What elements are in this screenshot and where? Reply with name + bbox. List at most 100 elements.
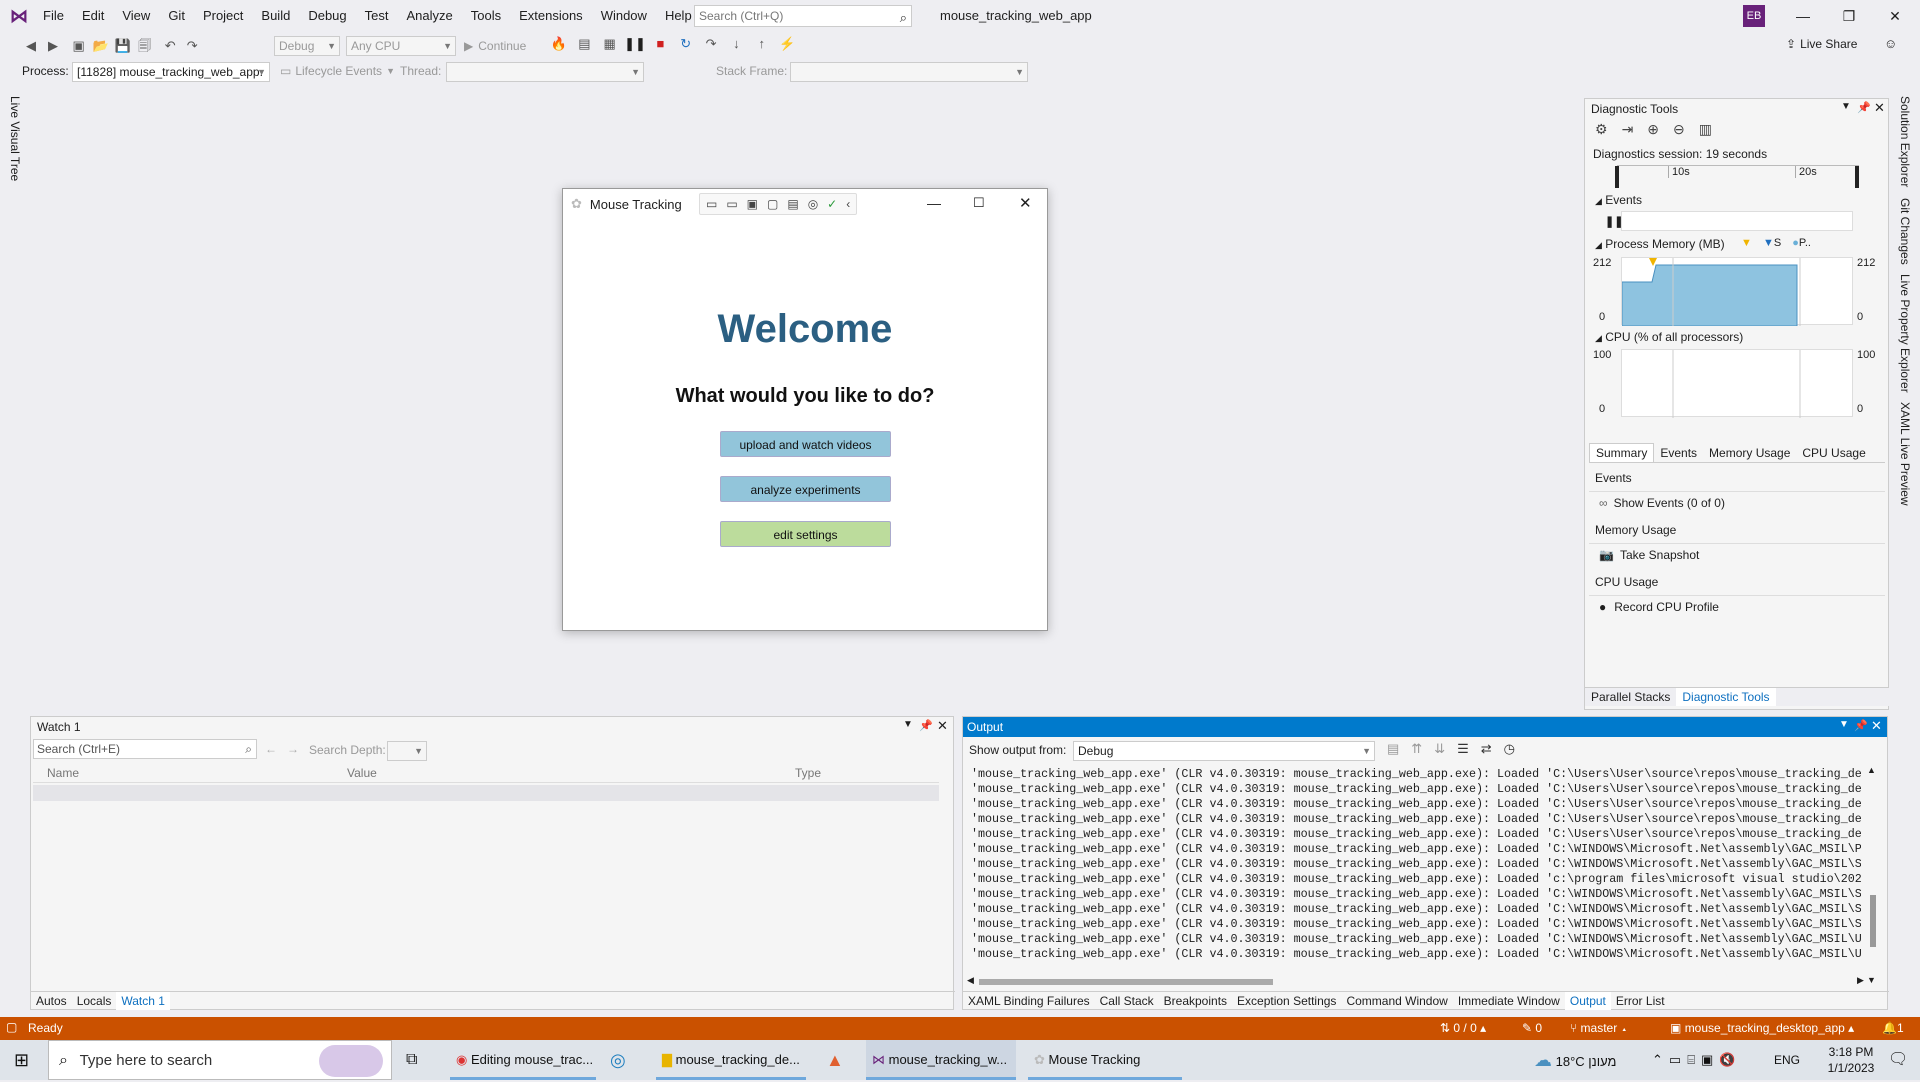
cpu-chart[interactable]: [1621, 349, 1853, 418]
search-forward-icon[interactable]: →: [287, 742, 299, 756]
hot-reload-icon[interactable]: 🔥: [548, 36, 570, 52]
tab-exception-settings[interactable]: Exception Settings: [1232, 992, 1341, 1010]
settings-icon[interactable]: ⚙: [1595, 121, 1622, 137]
taskbar-explorer[interactable]: ▇ mouse_tracking_de...: [656, 1040, 806, 1080]
reset-zoom-icon[interactable]: ▥: [1699, 121, 1726, 137]
taskbar-chrome[interactable]: ◉ Editing mouse_trac...: [450, 1040, 596, 1080]
save-all-icon[interactable]: 🗐: [134, 37, 156, 59]
live-visual-tree-tab[interactable]: Live Visual Tree: [8, 96, 22, 181]
tab-command-window[interactable]: Command Window: [1341, 992, 1452, 1010]
forward-icon[interactable]: ▶: [42, 38, 64, 54]
tab-xaml-live-preview[interactable]: XAML Live Preview: [1898, 402, 1912, 506]
matlab-icon[interactable]: ▲: [826, 1040, 844, 1080]
menu-test[interactable]: Test: [356, 0, 398, 32]
redo-icon[interactable]: ↷: [181, 38, 203, 54]
record-cpu-button[interactable]: ● Record CPU Profile: [1599, 600, 1719, 614]
thread-dropdown[interactable]: ▼: [446, 62, 644, 82]
live-share-button[interactable]: ⇪ Live Share: [1786, 37, 1857, 51]
zoom-in-icon[interactable]: ⊕: [1647, 121, 1673, 137]
tab-solution-explorer[interactable]: Solution Explorer: [1898, 96, 1912, 187]
tab-summary[interactable]: Summary: [1589, 443, 1655, 462]
tab-live-property-explorer[interactable]: Live Property Explorer: [1898, 274, 1912, 393]
menu-file[interactable]: File: [34, 0, 73, 32]
edge-icon[interactable]: ◎: [610, 1040, 626, 1080]
visual-studio-logo-icon[interactable]: ⋈: [10, 6, 32, 26]
action-center-icon[interactable]: 🗨: [1888, 1040, 1908, 1080]
language-indicator[interactable]: ENG: [1774, 1040, 1800, 1080]
next-message-icon[interactable]: ⇊: [1434, 741, 1457, 756]
tab-error-list[interactable]: Error List: [1611, 992, 1670, 1010]
windows-start-icon[interactable]: ⊞: [14, 1040, 29, 1080]
taskbar-search-input[interactable]: ⌕ Type here to search: [48, 1040, 392, 1080]
continue-button[interactable]: ▶ Continue: [464, 36, 526, 56]
notifications-button[interactable]: 🔔1: [1882, 1021, 1904, 1035]
clear-all-icon[interactable]: ☰: [1457, 741, 1481, 756]
hscroll-thumb[interactable]: [979, 979, 1273, 985]
app-maximize-icon[interactable]: ☐: [973, 195, 985, 211]
app-minimize-icon[interactable]: —: [927, 195, 941, 211]
stop-icon[interactable]: ■: [649, 36, 671, 51]
watch-new-row[interactable]: [33, 785, 939, 801]
tab-events[interactable]: Events: [1654, 444, 1703, 462]
app-close-icon[interactable]: ✕: [1019, 194, 1032, 212]
upload-videos-button[interactable]: upload and watch videos: [720, 431, 891, 457]
tab-cpu-usage[interactable]: CPU Usage: [1796, 444, 1871, 462]
timeline-end-handle[interactable]: [1855, 166, 1859, 188]
zoom-out-icon[interactable]: ⊖: [1673, 121, 1699, 137]
take-snapshot-button[interactable]: 📷 Take Snapshot: [1599, 548, 1699, 562]
menu-view[interactable]: View: [113, 0, 159, 32]
taskbar-visual-studio[interactable]: ⋈ mouse_tracking_w...: [866, 1040, 1016, 1080]
new-project-icon[interactable]: ▣: [68, 38, 90, 54]
col-type[interactable]: Type: [795, 766, 821, 780]
open-icon[interactable]: 📂: [90, 38, 112, 54]
watch-search-input[interactable]: Search (Ctrl+E) ⌕: [33, 739, 257, 759]
tab-watch-1[interactable]: Watch 1: [116, 992, 170, 1010]
xaml-debug-toolbar[interactable]: ▭▭▣▢▤◎✓‹: [699, 193, 857, 215]
timeline-start-handle[interactable]: [1615, 166, 1619, 188]
analyze-experiments-button[interactable]: analyze experiments: [720, 476, 891, 502]
browser-link-icon[interactable]: ▤: [573, 36, 595, 52]
save-icon[interactable]: 💾: [112, 38, 134, 54]
menu-window[interactable]: Window: [592, 0, 656, 32]
menu-tools[interactable]: Tools: [462, 0, 510, 32]
restore-icon[interactable]: ❐: [1826, 0, 1872, 32]
menu-project[interactable]: Project: [194, 0, 252, 32]
tab-locals[interactable]: Locals: [72, 992, 117, 1010]
pause-icon[interactable]: ❚❚: [624, 36, 646, 52]
tab-git-changes[interactable]: Git Changes: [1898, 198, 1912, 265]
tab-xaml-binding-failures[interactable]: XAML Binding Failures: [963, 992, 1095, 1010]
restart-icon[interactable]: ↻: [675, 36, 697, 52]
search-input[interactable]: Search (Ctrl+Q) ⌕: [694, 5, 912, 27]
avatar[interactable]: EB: [1743, 5, 1765, 27]
menu-analyze[interactable]: Analyze: [397, 0, 461, 32]
pin-icon[interactable]: 📌: [1857, 101, 1871, 114]
menu-git[interactable]: Git: [159, 0, 194, 32]
clock[interactable]: 3:18 PM 1/1/2023: [1818, 1040, 1884, 1080]
system-tray[interactable]: ⌃▭⌸▣🔇: [1652, 1040, 1742, 1080]
export-icon[interactable]: ⇥: [1622, 121, 1648, 137]
step-out-icon[interactable]: ↑: [751, 36, 773, 51]
feedback-icon[interactable]: ☺: [1884, 36, 1897, 51]
find-message-icon[interactable]: ▤: [1387, 741, 1411, 756]
tab-parallel-stacks[interactable]: Parallel Stacks: [1585, 688, 1676, 706]
output-horizontal-scrollbar[interactable]: ◀ ▶: [967, 975, 1867, 987]
show-events-link[interactable]: ∞ Show Events (0 of 0): [1599, 496, 1725, 510]
pin-icon[interactable]: 📌: [919, 719, 933, 732]
col-name[interactable]: Name: [47, 766, 79, 780]
close-icon[interactable]: ✕: [937, 718, 948, 734]
dropdown-icon[interactable]: ▼: [903, 719, 913, 730]
tab-immediate-window[interactable]: Immediate Window: [1453, 992, 1565, 1010]
lifecycle-events-button[interactable]: ▭ Lifecycle Events ▼: [280, 64, 395, 78]
platform-dropdown[interactable]: Any CPU ▼: [346, 36, 456, 56]
output-text[interactable]: 'mouse_tracking_web_app.exe' (CLR v4.0.3…: [971, 767, 1861, 981]
close-icon[interactable]: ✕: [1874, 100, 1885, 116]
tab-call-stack[interactable]: Call Stack: [1095, 992, 1159, 1010]
word-wrap-icon[interactable]: ⇄: [1481, 741, 1504, 756]
performance-icon[interactable]: ⚡: [776, 36, 798, 52]
tab-diagnostic-tools[interactable]: Diagnostic Tools: [1676, 688, 1776, 706]
weather-widget[interactable]: ☁ 18°C מעונן: [1534, 1040, 1616, 1080]
timestamp-icon[interactable]: ◷: [1504, 741, 1527, 756]
dropdown-icon[interactable]: ▼: [1841, 101, 1851, 112]
tab-memory-usage[interactable]: Memory Usage: [1703, 444, 1796, 462]
menu-extensions[interactable]: Extensions: [510, 0, 592, 32]
